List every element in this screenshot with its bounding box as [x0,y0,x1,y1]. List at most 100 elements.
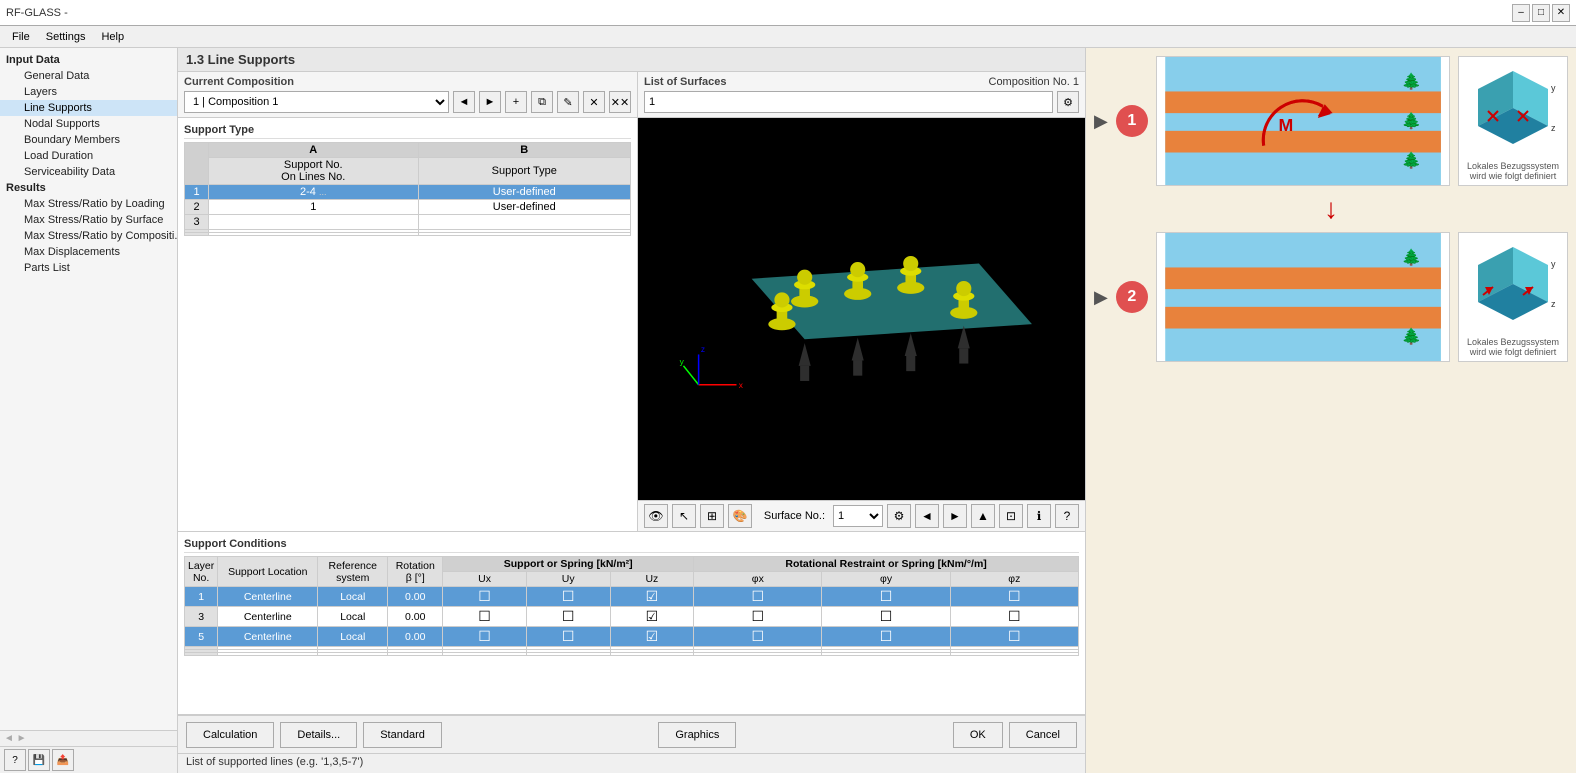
oz-cell[interactable]: ☐ [950,607,1078,627]
sidebar-item-max-stress-loading[interactable]: Max Stress/Ratio by Loading [0,196,177,212]
oy-cell[interactable]: ☐ [822,627,950,647]
oy-cell[interactable]: ☐ [822,607,950,627]
iso-label-2: Lokales Bezugssystemwird wie folgt defin… [1459,335,1567,359]
vp-render-btn[interactable]: 🎨 [728,504,752,528]
vp-zoom-btn[interactable]: ⊡ [999,504,1023,528]
sidebar-export-btn[interactable]: 📤 [52,749,74,771]
sidebar-item-line-supports[interactable]: Line Supports [0,100,177,116]
support-cond-scroll[interactable]: Layer No. Support Location Reference sys… [184,556,1079,714]
support-cond-section: Support Conditions Layer No. Support Loc… [178,532,1085,714]
comp-delete-btn[interactable]: ✕ [583,91,605,113]
ux-cell[interactable]: ☐ [443,627,527,647]
vp-eye-btn[interactable]: 👁 [644,504,668,528]
uz-cell[interactable]: ☑ [610,627,694,647]
composition-select[interactable]: 1 | Composition 1 [184,91,449,113]
ux-cell[interactable]: ☐ [443,587,527,607]
ox-cell[interactable]: ☐ [694,627,822,647]
vp-cursor-btn[interactable]: ↖ [672,504,696,528]
comp-rename-btn[interactable]: ✎ [557,91,579,113]
oy-cell[interactable]: ☐ [822,587,950,607]
svg-text:🌲: 🌲 [1401,248,1421,267]
sidebar-item-max-stress-composition[interactable]: Max Stress/Ratio by Compositi... [0,228,177,244]
rotation-cell[interactable]: 0.00 [388,587,443,607]
ref-sys-cell[interactable]: Local [318,607,388,627]
vp-settings-btn[interactable]: ⚙ [887,504,911,528]
sidebar-item-serviceability-data[interactable]: Serviceability Data [0,164,177,180]
surfaces-settings-btn[interactable]: ⚙ [1057,91,1079,113]
menu-settings[interactable]: Settings [38,29,94,45]
sidebar-item-layers[interactable]: Layers [0,84,177,100]
vp-up-btn[interactable]: ▲ [971,504,995,528]
rotation-cell[interactable]: 0.00 [388,627,443,647]
graphics-btn[interactable]: Graphics [658,722,736,748]
ux-cell[interactable]: ☐ [443,607,527,627]
vp-help-btn[interactable]: ? [1055,504,1079,528]
on-lines-cell[interactable] [209,215,419,230]
diagram-badge-2: 2 [1116,281,1148,313]
maximize-btn[interactable]: □ [1532,4,1550,22]
ref-sys-cell[interactable]: Local [318,627,388,647]
oz-cell[interactable]: ☐ [950,587,1078,607]
bottom-left-buttons: Calculation Details... Standard [186,722,442,748]
comp-copy-btn[interactable]: ⧉ [531,91,553,113]
sidebar-item-max-displacements[interactable]: Max Displacements [0,244,177,260]
surfaces-input[interactable] [644,91,1053,113]
row-num: 2 [185,200,209,215]
table-row[interactable]: 1 Centerline Local 0.00 ☐ ☐ ☑ ☐ ☐ ☐ [185,587,1079,607]
support-location-cell[interactable]: Centerline [218,607,318,627]
surface-no-select[interactable]: 1 [833,505,883,527]
sidebar-item-parts-list[interactable]: Parts List [0,260,177,276]
close-btn[interactable]: ✕ [1552,4,1570,22]
support-location-cell[interactable]: Centerline [218,627,318,647]
vp-info-btn[interactable]: ℹ [1027,504,1051,528]
table-row[interactable]: 2 1 User-defined [185,200,631,215]
sidebar-item-nodal-supports[interactable]: Nodal Supports [0,116,177,132]
down-arrow-section: ↓ [1094,194,1568,224]
menu-help[interactable]: Help [93,29,132,45]
menu-file[interactable]: File [4,29,38,45]
comp-next-btn[interactable]: ► [479,91,501,113]
sidebar-item-boundary-members[interactable]: Boundary Members [0,132,177,148]
ref-sys-cell[interactable]: Local [318,587,388,607]
sidebar-help-btn[interactable]: ? [4,749,26,771]
vp-table-btn[interactable]: ⊞ [700,504,724,528]
on-lines-cell[interactable] [209,233,419,236]
comp-deleteall-btn[interactable]: ✕✕ [609,91,631,113]
table-row[interactable]: 3 [185,215,631,230]
vp-prev-btn[interactable]: ◄ [915,504,939,528]
standard-btn[interactable]: Standard [363,722,442,748]
oz-cell[interactable]: ☐ [950,627,1078,647]
sidebar-item-general-data[interactable]: General Data [0,68,177,84]
down-arrow-icon: ↓ [1324,195,1338,223]
rotation-cell[interactable]: 0.00 [388,607,443,627]
on-lines-cell[interactable]: 2-4 ... [209,185,419,200]
uy-cell[interactable]: ☐ [526,607,610,627]
ok-btn[interactable]: OK [953,722,1003,748]
uy-cell[interactable]: ☐ [526,627,610,647]
uz-cell[interactable]: ☑ [610,607,694,627]
uy-cell[interactable]: ☐ [526,587,610,607]
details-btn[interactable]: Details... [280,722,357,748]
comp-prev-btn[interactable]: ◄ [453,91,475,113]
support-location-cell[interactable]: Centerline [218,587,318,607]
uz-cell[interactable]: ☑ [610,587,694,607]
vp-next-btn[interactable]: ► [943,504,967,528]
ox-cell[interactable]: ☐ [694,607,822,627]
on-lines-cell[interactable]: 1 [209,200,419,215]
table-row[interactable]: 3 Centerline Local 0.00 ☐ ☐ ☑ ☐ ☐ ☐ [185,607,1079,627]
comp-add-btn[interactable]: + [505,91,527,113]
sidebar-item-load-duration[interactable]: Load Duration [0,148,177,164]
minimize-btn[interactable]: – [1512,4,1530,22]
cancel-btn[interactable]: Cancel [1009,722,1077,748]
calculation-btn[interactable]: Calculation [186,722,274,748]
table-row[interactable]: 1 2-4 ... User-defined [185,185,631,200]
sidebar-item-max-stress-surface[interactable]: Max Stress/Ratio by Surface [0,212,177,228]
table-row[interactable]: 5 Centerline Local 0.00 ☐ ☐ ☑ ☐ ☐ ☐ [185,627,1079,647]
table-row[interactable] [185,233,631,236]
sidebar-scroll[interactable]: ◄ ► [0,730,177,746]
table-row[interactable] [185,653,1079,656]
ox-cell[interactable]: ☐ [694,587,822,607]
sidebar-save-btn[interactable]: 💾 [28,749,50,771]
layer-num: 3 [185,607,218,627]
arrow-right-1: ▶ [1094,111,1108,132]
